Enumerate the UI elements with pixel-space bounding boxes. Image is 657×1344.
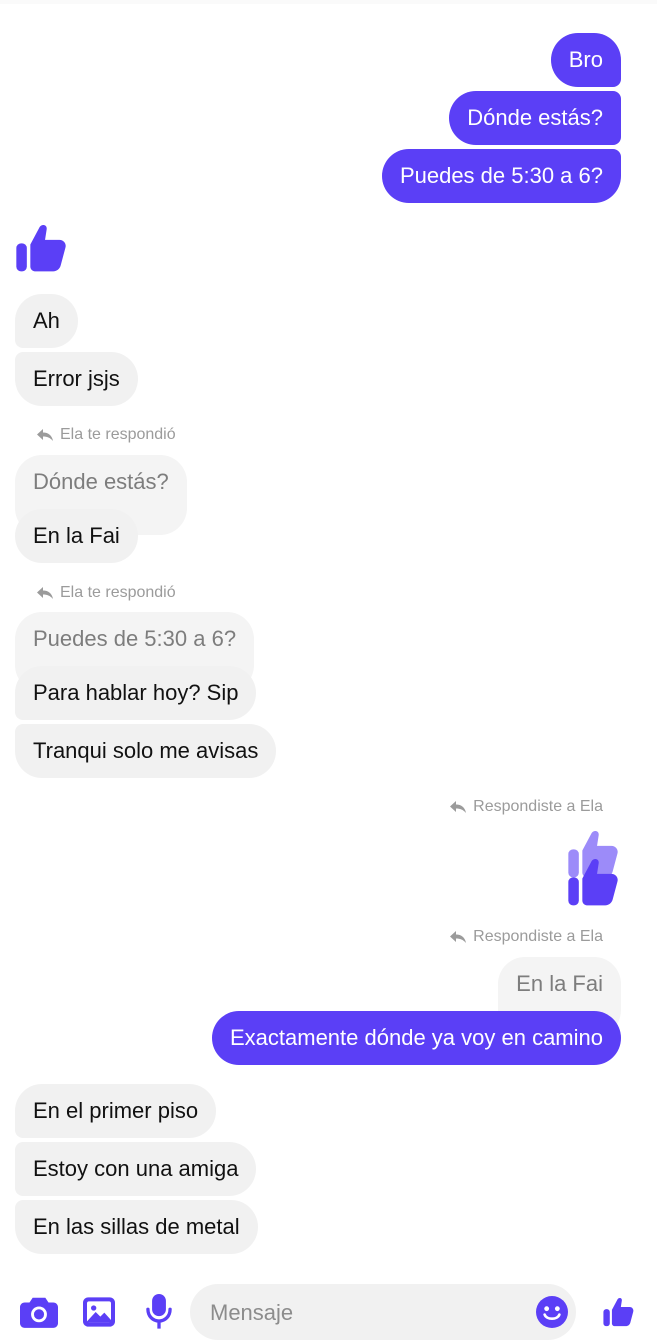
reply-label: Respondiste a Ela [473, 928, 603, 945]
message-incoming[interactable]: Ah [15, 294, 78, 348]
thumbs-up-icon [568, 858, 618, 906]
microphone-icon[interactable] [146, 1294, 172, 1330]
reply-indicator: Ela te respondió [36, 426, 176, 444]
message-outgoing[interactable]: Dónde estás? [449, 91, 621, 145]
reply-arrow-icon [450, 931, 467, 943]
reply-indicator: Respondiste a Ela [449, 798, 603, 816]
reply-indicator: Respondiste a Ela [449, 928, 603, 946]
thumbs-up-icon [16, 224, 66, 272]
message-incoming[interactable]: En la Fai [15, 509, 138, 563]
message-outgoing[interactable]: Puedes de 5:30 a 6? [381, 149, 621, 203]
reply-arrow-icon [37, 587, 53, 599]
message-incoming[interactable]: Estoy con una amiga [15, 1142, 257, 1196]
message-input[interactable] [208, 1284, 512, 1342]
emoji-icon[interactable] [536, 1296, 568, 1328]
reply-label: Respondiste a Ela [473, 798, 603, 815]
message-incoming[interactable]: Error jsjs [15, 352, 138, 406]
message-outgoing[interactable]: Bro [550, 33, 621, 87]
reply-arrow-icon [450, 801, 467, 813]
gallery-icon[interactable] [83, 1296, 115, 1328]
message-input-container[interactable] [190, 1284, 576, 1342]
message-incoming[interactable]: En las sillas de metal [15, 1200, 258, 1254]
message-outgoing[interactable]: Exactamente dónde ya voy en camino [211, 1011, 621, 1065]
reply-indicator: Ela te respondió [36, 584, 176, 602]
reply-arrow-icon [37, 429, 53, 441]
reply-label: Ela te respondió [60, 584, 176, 601]
top-divider [0, 0, 657, 4]
thumbs-up-icon[interactable] [602, 1295, 636, 1329]
camera-icon[interactable] [20, 1296, 58, 1328]
message-incoming[interactable]: En el primer piso [15, 1084, 217, 1138]
message-incoming[interactable]: Tranqui solo me avisas [15, 724, 277, 778]
reply-label: Ela te respondió [60, 426, 176, 443]
message-incoming[interactable]: Para hablar hoy? Sip [15, 666, 257, 720]
